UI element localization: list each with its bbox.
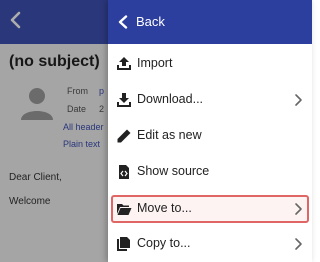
upload-icon xyxy=(117,57,131,70)
folder-open-icon xyxy=(117,204,132,215)
menu-item-import[interactable]: Import xyxy=(108,46,312,82)
menu-item-label: Copy to... xyxy=(137,236,191,250)
chevron-right-icon xyxy=(295,238,302,250)
menu-item-label: Show source xyxy=(137,164,210,178)
menu-item-label: Move to... xyxy=(137,201,192,215)
chevron-left-icon xyxy=(118,15,128,29)
download-icon xyxy=(117,93,131,107)
menu-item-label: Import xyxy=(137,56,173,70)
menu-item-copy-to[interactable]: Copy to... xyxy=(108,226,312,262)
menu-item-label: Edit as new xyxy=(137,128,202,142)
chevron-right-icon xyxy=(295,203,302,215)
menu-back-label: Back xyxy=(136,14,165,29)
menu-back-button[interactable]: Back xyxy=(108,0,312,44)
menu-item-edit-as-new[interactable]: Edit as new xyxy=(108,118,312,154)
pencil-icon xyxy=(117,129,131,143)
source-file-icon xyxy=(119,165,129,179)
menu-item-download[interactable]: Download... xyxy=(108,82,312,118)
actions-menu: Back Import Download... Edit as new Show… xyxy=(108,0,312,262)
copy-icon xyxy=(117,237,130,251)
chevron-right-icon xyxy=(295,94,302,106)
menu-item-label: Download... xyxy=(137,92,204,106)
menu-item-show-source[interactable]: Show source xyxy=(108,154,312,190)
menu-item-move-to[interactable]: Move to... xyxy=(108,191,312,227)
